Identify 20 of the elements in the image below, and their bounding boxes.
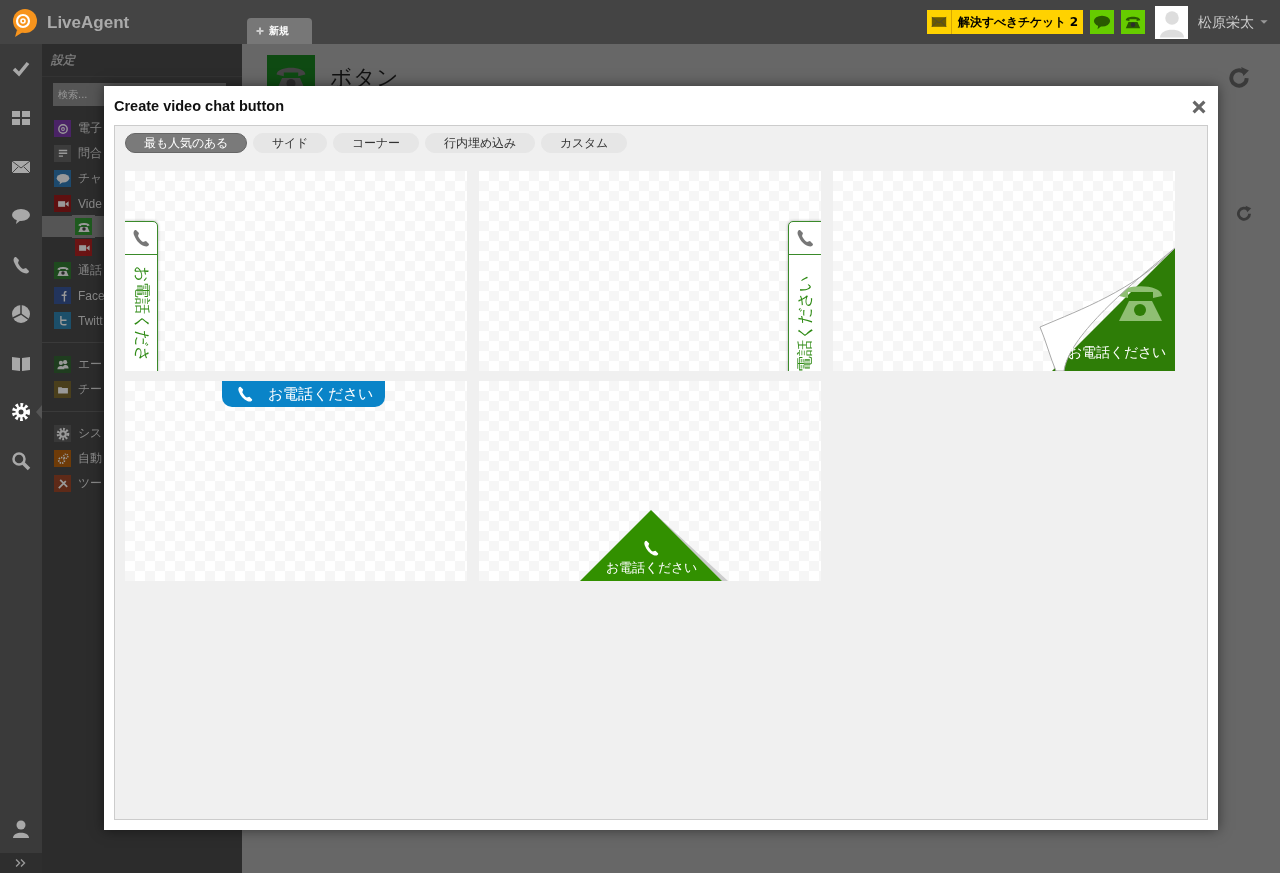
item-label: 問合: [78, 145, 102, 162]
item-label: 通話: [78, 262, 102, 279]
dialog-title: Create video chat button: [114, 97, 284, 114]
item-label: シス: [78, 425, 102, 442]
item-label: チー: [78, 381, 102, 398]
ticket-count: 2: [1069, 15, 1079, 29]
item-label: Twitt: [78, 313, 103, 328]
bar-label: お電話ください: [268, 384, 373, 404]
item-label: Face: [78, 288, 105, 303]
tab-label: お電話くださ: [132, 266, 152, 362]
item-label: 電子: [78, 120, 102, 137]
triangle-label: お電話ください: [605, 559, 697, 577]
item-label: Vide: [78, 196, 102, 211]
tab-label: 電話ください: [795, 276, 815, 371]
item-label: チャ: [78, 170, 102, 187]
item-label: ツー: [78, 475, 102, 492]
logo-text: LiveAgent: [47, 13, 130, 33]
item-label: 自動: [78, 450, 102, 467]
corner-label: お電話ください: [1068, 344, 1166, 362]
item-label: エー: [78, 356, 102, 373]
